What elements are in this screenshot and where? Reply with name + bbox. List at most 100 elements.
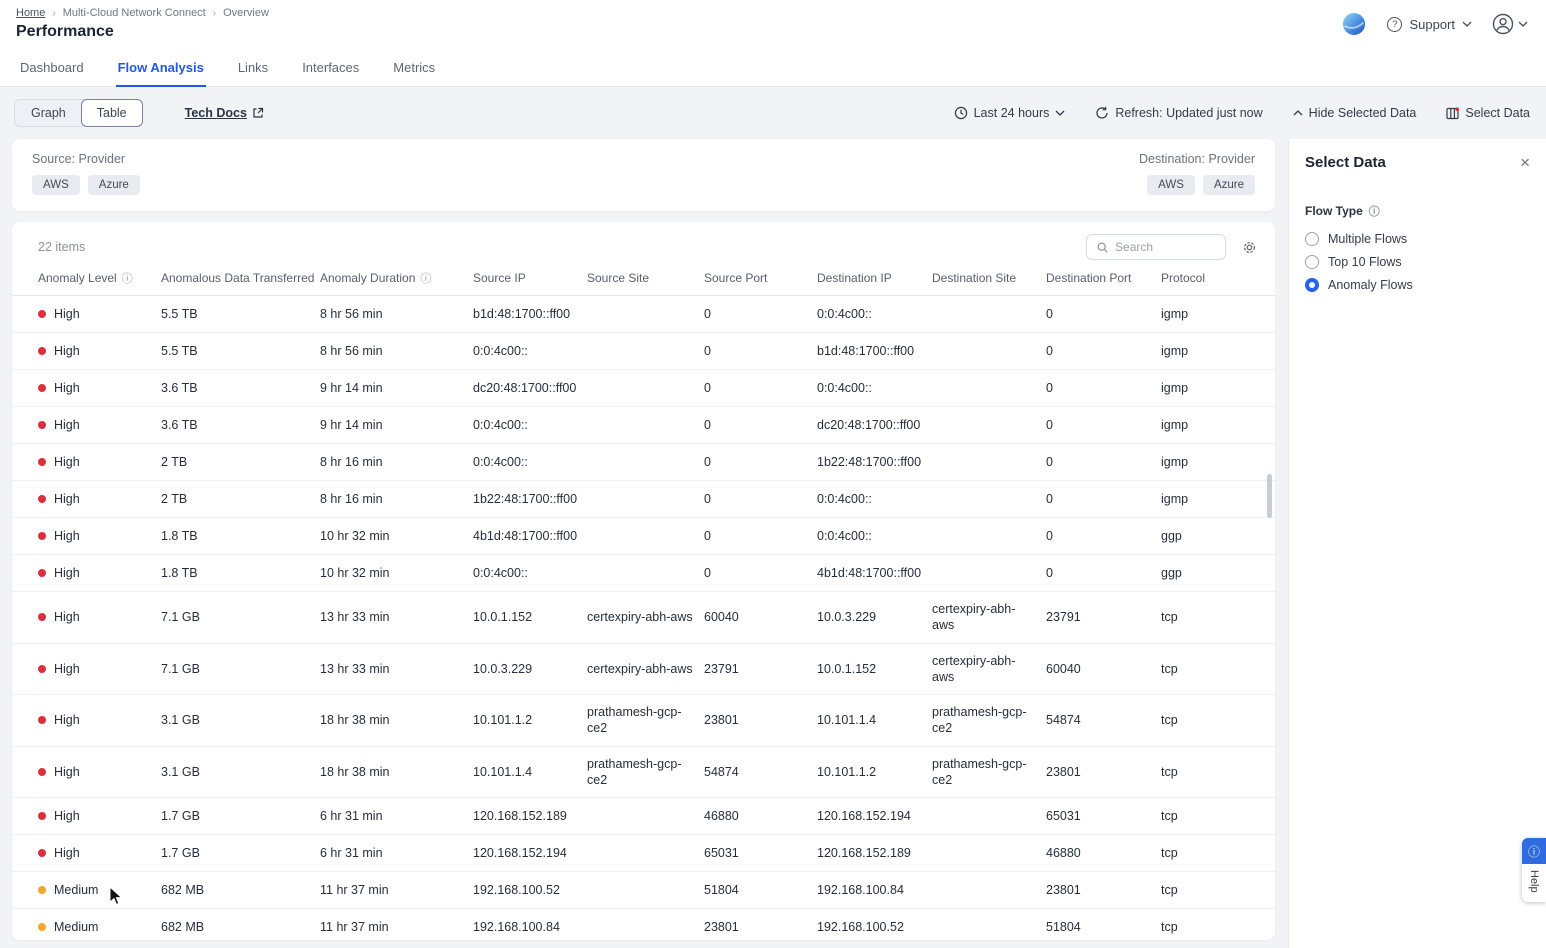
select-data-title: Select Data (1305, 154, 1386, 171)
cell-src-ip: 0:0:4c00:: (473, 408, 587, 442)
cell-anomaly-level: High (38, 600, 161, 634)
table-row[interactable]: High1.8 TB10 hr 32 min4b1d:48:1700::ff00… (12, 518, 1275, 555)
info-icon[interactable]: ⓘ (122, 270, 133, 286)
avatar-icon (1492, 13, 1514, 35)
cell-duration: 8 hr 56 min (320, 297, 473, 331)
table-row[interactable]: Medium682 MB11 hr 37 min192.168.100.5251… (12, 872, 1275, 909)
breadcrumb-overview: Overview (223, 7, 269, 19)
provider-chip-aws[interactable]: AWS (1147, 175, 1195, 195)
search-input[interactable] (1115, 240, 1215, 254)
clock-icon (954, 106, 968, 120)
graph-view-button[interactable]: Graph (15, 100, 82, 126)
help-widget[interactable]: ⓘ Help (1522, 838, 1546, 902)
chevron-down-icon (1055, 110, 1065, 116)
cell-dst-port: 0 (1046, 482, 1161, 516)
table-row[interactable]: High3.6 TB9 hr 14 mindc20:48:1700::ff000… (12, 370, 1275, 407)
cell-anomaly-level: High (38, 371, 161, 405)
columns-icon (1446, 107, 1459, 120)
column-header-destination-ip: Destination IP (817, 270, 932, 286)
cell-anomaly-level: High (38, 408, 161, 442)
cell-protocol: tcp (1161, 873, 1265, 907)
search-box[interactable] (1086, 234, 1226, 260)
severity-dot (38, 613, 46, 621)
severity-dot (38, 495, 46, 503)
provider-chip-azure[interactable]: Azure (88, 175, 140, 195)
cell-dst-port: 0 (1046, 297, 1161, 331)
hide-selected-data-button[interactable]: Hide Selected Data (1293, 106, 1417, 120)
cell-anomaly-level: High (38, 519, 161, 553)
table-view-button[interactable]: Table (81, 99, 143, 127)
cell-data: 1.8 TB (161, 519, 320, 553)
cell-duration: 8 hr 56 min (320, 334, 473, 368)
radio-icon[interactable] (1305, 255, 1319, 269)
tab-interfaces[interactable]: Interfaces (300, 47, 361, 87)
tech-docs-link[interactable]: Tech Docs (185, 106, 264, 120)
cell-protocol: igmp (1161, 445, 1265, 479)
table-row[interactable]: High5.5 TB8 hr 56 min0:0:4c00::0b1d:48:1… (12, 333, 1275, 370)
account-menu[interactable] (1492, 13, 1528, 35)
cell-dst-ip: 10.101.1.4 (817, 703, 932, 737)
provider-chip-aws[interactable]: AWS (32, 175, 80, 195)
cell-dst-port: 0 (1046, 556, 1161, 590)
cell-src-ip: 10.101.1.4 (473, 755, 587, 789)
table-row[interactable]: Medium682 MB11 hr 37 min192.168.100.8423… (12, 909, 1275, 940)
toolbar-right: Last 24 hours Refresh: Updated just now … (954, 106, 1530, 120)
tab-flow-analysis[interactable]: Flow Analysis (116, 47, 206, 87)
provider-chip-azure[interactable]: Azure (1203, 175, 1255, 195)
hide-selected-data-label: Hide Selected Data (1309, 106, 1417, 120)
cell-data: 3.6 TB (161, 371, 320, 405)
table-header-bar: 22 items (12, 234, 1275, 270)
cell-dst-site: prathamesh-gcp-ce2 (932, 695, 1046, 746)
cell-duration: 18 hr 38 min (320, 703, 473, 737)
cell-anomaly-level: High (38, 652, 161, 686)
info-icon[interactable]: ⓘ (420, 270, 431, 286)
cell-src-ip: 10.0.3.229 (473, 652, 587, 686)
cell-src-ip: 120.168.152.194 (473, 836, 587, 870)
tab-dashboard[interactable]: Dashboard (18, 47, 86, 87)
time-range-select[interactable]: Last 24 hours (954, 106, 1066, 120)
table-row[interactable]: High5.5 TB8 hr 56 minb1d:48:1700::ff0000… (12, 296, 1275, 333)
table-row[interactable]: High3.6 TB9 hr 14 min0:0:4c00::0dc20:48:… (12, 407, 1275, 444)
chevron-down-icon (1462, 21, 1472, 27)
breadcrumb-multi-cloud-network-connect[interactable]: Multi-Cloud Network Connect (63, 7, 206, 19)
table-scrollbar[interactable] (1267, 474, 1272, 518)
cell-src-ip: 192.168.100.52 (473, 873, 587, 907)
close-icon[interactable]: × (1520, 154, 1530, 171)
radio-icon[interactable] (1305, 278, 1319, 292)
breadcrumb-home[interactable]: Home (16, 7, 45, 19)
cell-src-ip: 0:0:4c00:: (473, 334, 587, 368)
page-title: Performance (16, 23, 1530, 41)
table-row[interactable]: High2 TB8 hr 16 min1b22:48:1700::ff0000:… (12, 481, 1275, 518)
gear-icon[interactable] (1242, 240, 1257, 255)
refresh-button[interactable]: Refresh: Updated just now (1095, 106, 1262, 120)
cell-duration: 8 hr 16 min (320, 445, 473, 479)
table-row[interactable]: High7.1 GB13 hr 33 min10.0.1.152certexpi… (12, 592, 1275, 644)
flow-type-option-anomaly-flows[interactable]: Anomaly Flows (1305, 278, 1530, 292)
cell-dst-ip: 192.168.100.52 (817, 910, 932, 940)
cell-src-site (587, 342, 704, 360)
cell-src-site: prathamesh-gcp-ce2 (587, 695, 704, 746)
table-row[interactable]: High1.7 GB6 hr 31 min120.168.152.1946503… (12, 835, 1275, 872)
table-row[interactable]: High3.1 GB18 hr 38 min10.101.1.2prathame… (12, 695, 1275, 747)
tab-metrics[interactable]: Metrics (391, 47, 437, 87)
cell-anomaly-level: High (38, 445, 161, 479)
tab-links[interactable]: Links (236, 47, 270, 87)
support-button[interactable]: ? Support (1387, 17, 1472, 32)
flow-type-option-multiple-flows[interactable]: Multiple Flows (1305, 232, 1530, 246)
table-row[interactable]: High1.7 GB6 hr 31 min120.168.152.1894688… (12, 798, 1275, 835)
severity-dot (38, 310, 46, 318)
table-row[interactable]: High3.1 GB18 hr 38 min10.101.1.4prathame… (12, 747, 1275, 799)
cell-dst-site (932, 807, 1046, 825)
flow-type-option-top-10-flows[interactable]: Top 10 Flows (1305, 255, 1530, 269)
cell-src-port: 23801 (704, 703, 817, 737)
table-row[interactable]: High2 TB8 hr 16 min0:0:4c00::01b22:48:17… (12, 444, 1275, 481)
content: GraphTable Tech Docs Last 24 hours (0, 87, 1546, 948)
cell-protocol: tcp (1161, 703, 1265, 737)
cell-data: 2 TB (161, 482, 320, 516)
info-icon[interactable]: ⓘ (1369, 203, 1380, 219)
radio-icon[interactable] (1305, 232, 1319, 246)
table-row[interactable]: High1.8 TB10 hr 32 min0:0:4c00::04b1d:48… (12, 555, 1275, 592)
table-row[interactable]: High7.1 GB13 hr 33 min10.0.3.229certexpi… (12, 644, 1275, 696)
select-data-button[interactable]: Select Data (1446, 106, 1530, 120)
cell-src-ip: dc20:48:1700::ff00 (473, 371, 587, 405)
